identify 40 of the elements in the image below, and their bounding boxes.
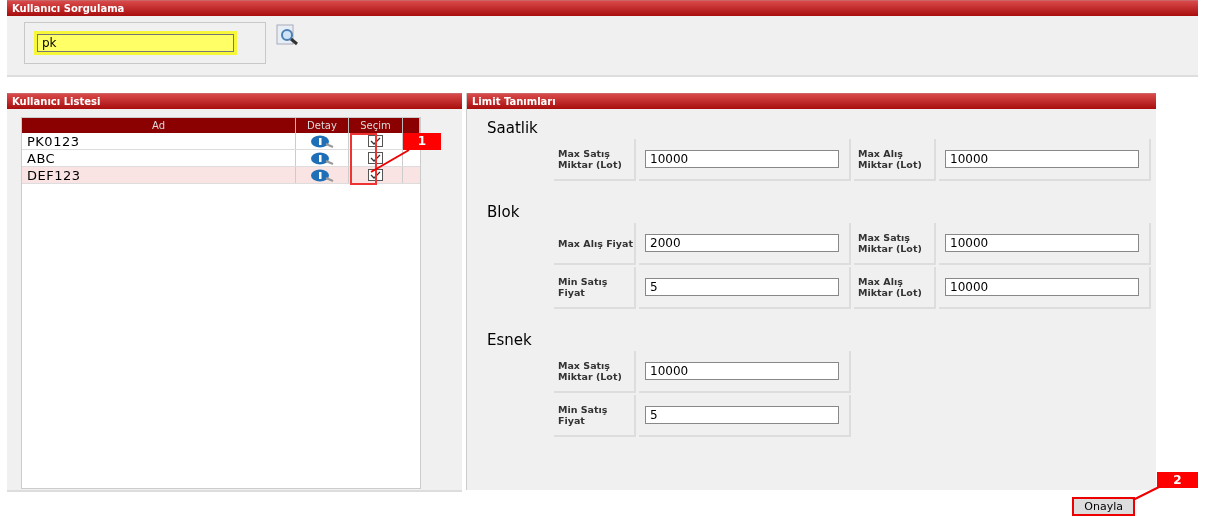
section-title: Saatlik bbox=[487, 119, 539, 137]
section-title: Blok bbox=[487, 203, 521, 221]
field-label: Max Satış Miktar (Lot) bbox=[554, 139, 636, 181]
input-field[interactable]: 10000 bbox=[945, 278, 1139, 296]
input-field[interactable]: 5 bbox=[645, 406, 839, 424]
field-label: Max Satış Miktar (Lot) bbox=[554, 351, 636, 393]
field-label: Max Alış Miktar (Lot) bbox=[854, 139, 936, 181]
highlight-frame bbox=[350, 133, 377, 185]
panel-title: Kullanıcı Listesi bbox=[7, 93, 462, 109]
table-row[interactable]: PK0123 bbox=[22, 133, 403, 149]
leader-line bbox=[1132, 484, 1162, 502]
field-label: Max Satış Miktar (Lot) bbox=[854, 223, 936, 265]
section-title: Esnek bbox=[487, 331, 533, 349]
leader-line bbox=[370, 148, 410, 174]
input-field[interactable]: 5 bbox=[645, 278, 839, 296]
field-label: Min Satış Fiyat bbox=[554, 395, 636, 437]
field-label: Max Alış Fiyat bbox=[554, 223, 636, 265]
info-icon[interactable] bbox=[309, 151, 335, 165]
column-header: Seçim bbox=[349, 118, 403, 133]
column-header: Detay bbox=[296, 118, 349, 133]
input-field[interactable]: 2000 bbox=[645, 234, 839, 252]
callout-badge: 1 bbox=[403, 133, 441, 150]
input-field[interactable]: 10000 bbox=[945, 234, 1139, 252]
confirm-button[interactable]: Onayla bbox=[1072, 497, 1135, 516]
column-header: Ad bbox=[22, 118, 296, 133]
input-field[interactable]: 10000 bbox=[645, 150, 839, 168]
table-cell: ABC bbox=[22, 150, 296, 166]
table-row[interactable]: ABC bbox=[22, 150, 403, 166]
field-label: Max Alış Miktar (Lot) bbox=[854, 267, 936, 309]
search-field[interactable]: pk bbox=[37, 34, 234, 52]
field-label: Min Satış Fiyat bbox=[554, 267, 636, 309]
callout-badge: 2 bbox=[1157, 472, 1198, 488]
input-field[interactable]: 10000 bbox=[645, 362, 839, 380]
table-cell: PK0123 bbox=[22, 133, 296, 149]
info-icon[interactable] bbox=[309, 134, 335, 148]
input-field[interactable]: 10000 bbox=[945, 150, 1139, 168]
info-icon[interactable] bbox=[309, 168, 335, 182]
panel-title: Kullanıcı Sorgulama bbox=[7, 0, 1198, 16]
table-cell: DEF123 bbox=[22, 167, 296, 183]
panel-title: Limit Tanımları bbox=[467, 93, 1156, 109]
